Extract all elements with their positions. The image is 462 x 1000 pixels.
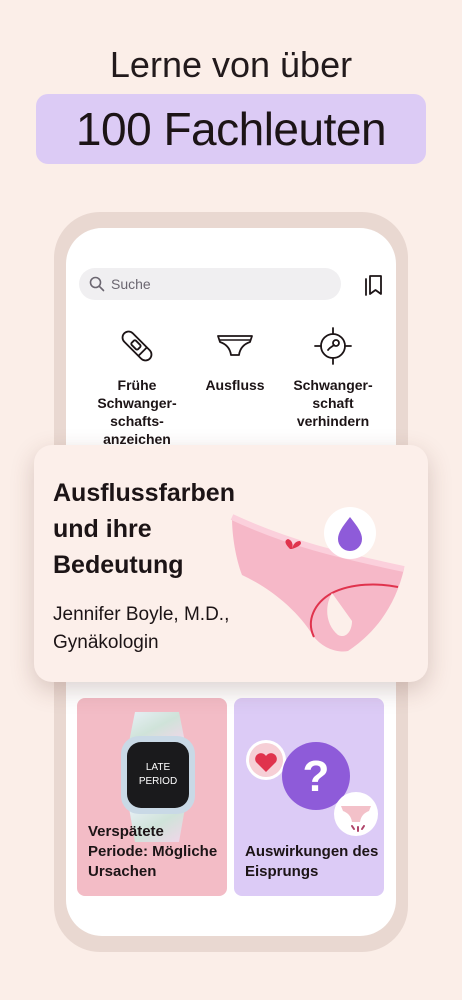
watch-text-line1: LATE bbox=[146, 762, 171, 773]
promo-highlight-text: 100 Fachleuten bbox=[75, 103, 387, 155]
underwear-icon bbox=[217, 335, 253, 356]
pregnancy-test-icon bbox=[121, 330, 153, 362]
bookmarks-icon[interactable] bbox=[363, 273, 385, 297]
sperm-target-icon bbox=[314, 327, 352, 365]
search-input[interactable] bbox=[111, 276, 311, 292]
article-tile-late-period[interactable]: LATE PERIOD Verspätete Periode: Mögliche… bbox=[77, 698, 227, 896]
svg-text:?: ? bbox=[303, 752, 330, 801]
promo-headline: Lerne von über bbox=[109, 44, 353, 85]
category-discharge[interactable]: Ausfluss bbox=[180, 326, 290, 394]
tile-label: Auswirkungen des Eisprungs bbox=[245, 843, 379, 880]
category-label: Schwanger­schaft verhindern bbox=[293, 377, 373, 429]
promo-highlight-box: 100 Fachleuten bbox=[36, 94, 426, 164]
search-icon bbox=[89, 276, 105, 292]
underwear-illustration bbox=[230, 507, 405, 652]
tile-label: Verspätete Periode: Mögliche Ursachen bbox=[88, 823, 218, 880]
article-tile-ovulation[interactable]: ? Auswirkungen des Eisprungs bbox=[234, 698, 384, 896]
search-bar[interactable] bbox=[79, 268, 341, 300]
featured-article-card[interactable]: Ausflussfarben und ihre Bedeutung Jennif… bbox=[34, 445, 428, 682]
watch-text-line2: PERIOD bbox=[139, 776, 177, 787]
category-label: Ausfluss bbox=[205, 377, 265, 393]
category-early-pregnancy-signs[interactable]: Frühe Schwanger­schafts­anzeichen bbox=[82, 326, 192, 448]
category-label: Frühe Schwanger­schafts­anzeichen bbox=[97, 377, 177, 447]
ovulation-illustration: ? bbox=[246, 740, 378, 836]
category-prevent-pregnancy[interactable]: Schwanger­schaft verhindern bbox=[278, 326, 388, 430]
